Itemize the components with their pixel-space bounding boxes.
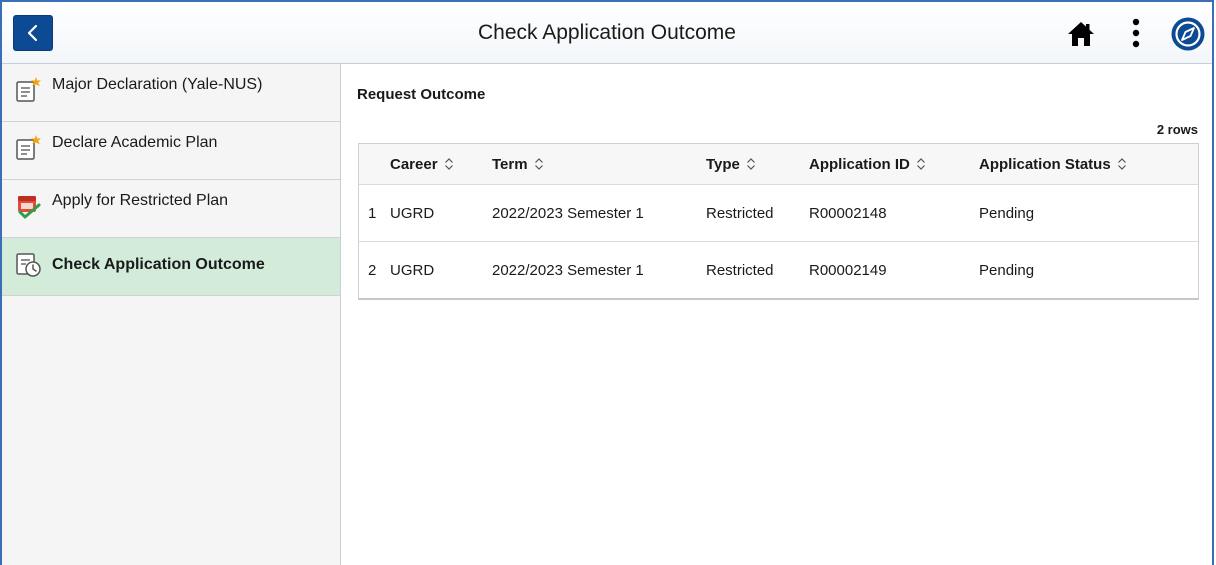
section-title: Request Outcome [357,86,486,103]
cell-application-status: Pending [979,261,1035,279]
calendar-check-icon [18,196,41,219]
sidebar-item-label: Declare Academic Plan [52,134,218,151]
cell-type: Restricted [706,204,774,222]
sidebar-item-major-declaration[interactable]: Major Declaration (Yale-NUS) [2,64,340,122]
more-vertical-icon [1132,18,1140,48]
page-title: Check Application Outcome [478,21,736,44]
sidebar-item-check-outcome[interactable]: Check Application Outcome [2,238,340,296]
form-new-icon [16,135,41,160]
cell-application-id: R00002148 [809,204,887,222]
sidebar-item-label: Apply for Restricted Plan [52,192,229,209]
column-header-term[interactable]: Term [492,144,544,184]
grid-header: Career Term Type Application ID Applicat… [359,144,1198,185]
cell-career: UGRD [390,261,435,279]
sidebar-item-label: Major Declaration (Yale-NUS) [52,76,263,93]
header-bar: Check Application Outcome [2,2,1212,64]
column-header-type[interactable]: Type [706,144,756,184]
cell-application-status: Pending [979,204,1035,222]
column-header-career[interactable]: Career [390,144,454,184]
actions-menu-button[interactable] [1124,16,1148,50]
column-header-application-status[interactable]: Application Status [979,144,1127,184]
sort-icon [444,158,453,170]
table-row[interactable]: 1 UGRD 2022/2023 Semester 1 Restricted R… [359,185,1198,242]
sidebar-item-declare-plan[interactable]: Declare Academic Plan [2,122,340,180]
home-icon [1068,22,1094,46]
sort-icon [534,158,543,170]
cell-term: 2022/2023 Semester 1 [492,261,644,279]
cell-type: Restricted [706,261,774,279]
clock-document-icon [16,253,41,277]
cell-career: UGRD [390,204,435,222]
row-count: 2 rows [1156,122,1198,137]
compass-icon [1171,17,1205,51]
sidebar-item-label: Check Application Outcome [52,256,265,273]
table-row[interactable]: 2 UGRD 2022/2023 Semester 1 Restricted R… [359,242,1198,298]
row-number: 1 [368,204,377,222]
sidebar-item-restricted-plan[interactable]: Apply for Restricted Plan [2,180,340,238]
navbar-button[interactable] [1170,16,1206,52]
cell-term: 2022/2023 Semester 1 [492,204,644,222]
sort-icon [916,158,925,170]
outcome-grid: Career Term Type Application ID Applicat… [358,143,1199,300]
home-button[interactable] [1066,19,1096,49]
main-content: Request Outcome 2 rows Career Term Type … [341,64,1212,565]
cell-application-id: R00002149 [809,261,887,279]
sidebar: Major Declaration (Yale-NUS) Declare Aca… [2,64,341,565]
row-number: 2 [368,261,377,279]
sort-icon [746,158,755,170]
column-header-application-id[interactable]: Application ID [809,144,926,184]
form-new-icon [16,77,41,102]
sort-icon [1117,158,1126,170]
